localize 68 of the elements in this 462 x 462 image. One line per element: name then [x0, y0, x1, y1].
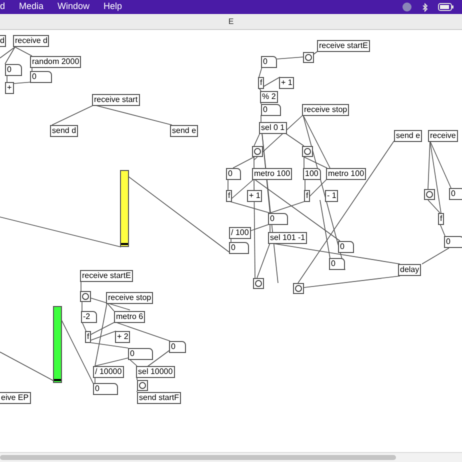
pd-object[interactable]: / 10000: [93, 366, 124, 378]
menu-item[interactable]: d: [0, 0, 6, 14]
number-box[interactable]: 100: [303, 168, 321, 180]
battery-icon[interactable]: [438, 3, 454, 11]
pd-object[interactable]: send e: [170, 125, 198, 137]
pd-object[interactable]: receive d: [13, 35, 50, 47]
number-box[interactable]: 0: [261, 56, 277, 68]
bluetooth-icon[interactable]: [422, 2, 428, 12]
pd-object[interactable]: / 100: [229, 227, 251, 239]
pd-object[interactable]: sel 10000: [136, 366, 175, 378]
number-box[interactable]: 0: [169, 341, 186, 353]
bang-button[interactable]: [253, 278, 264, 289]
scrollbar-thumb[interactable]: [0, 455, 396, 460]
window-title: E: [228, 16, 234, 28]
number-box[interactable]: 0: [5, 64, 22, 76]
bang-button[interactable]: [80, 291, 91, 302]
pd-object[interactable]: send e: [394, 130, 422, 142]
bang-button[interactable]: [302, 146, 313, 157]
pd-object[interactable]: random 2000: [30, 56, 82, 68]
pd-object[interactable]: receive startE: [80, 270, 133, 282]
pd-object[interactable]: receive stop: [302, 104, 350, 116]
number-box[interactable]: -2: [81, 311, 97, 323]
pd-object[interactable]: - 1: [325, 190, 338, 202]
pd-object[interactable]: f: [226, 190, 232, 202]
pd-object[interactable]: +: [5, 82, 14, 94]
number-box[interactable]: 0: [444, 236, 462, 248]
menu-item[interactable]: Window: [58, 0, 90, 14]
pd-object[interactable]: metro 100: [326, 168, 366, 180]
pd-object[interactable]: f: [438, 213, 444, 225]
pd-object[interactable]: + 1: [279, 77, 294, 89]
pd-object[interactable]: receive: [428, 130, 458, 142]
number-box[interactable]: 0: [128, 348, 153, 360]
bang-button[interactable]: [293, 283, 304, 294]
pd-object[interactable]: sel 0 1: [259, 122, 287, 134]
bang-button[interactable]: [252, 146, 263, 157]
pd-object[interactable]: send startF: [137, 392, 182, 404]
bang-button[interactable]: [303, 52, 314, 63]
number-box[interactable]: 0: [449, 188, 462, 200]
bang-button[interactable]: [137, 380, 148, 391]
pd-object[interactable]: % 2: [260, 91, 278, 103]
pd-object[interactable]: eive EP: [0, 392, 31, 404]
pd-object[interactable]: metro 100: [252, 168, 292, 180]
number-box[interactable]: 0: [268, 213, 288, 225]
pd-object[interactable]: d: [0, 35, 6, 47]
bang-button[interactable]: [424, 189, 435, 200]
vertical-slider[interactable]: [120, 170, 129, 247]
pd-object[interactable]: f: [85, 331, 92, 343]
pd-object[interactable]: + 2: [115, 331, 130, 343]
pd-object[interactable]: + 1: [247, 190, 262, 202]
number-box[interactable]: 0: [93, 383, 118, 395]
number-box[interactable]: 0: [226, 168, 241, 180]
vertical-slider[interactable]: [53, 306, 62, 383]
pd-object[interactable]: receive startE: [317, 40, 370, 52]
number-box[interactable]: 0: [30, 71, 52, 83]
number-box[interactable]: 0: [229, 242, 249, 254]
number-box[interactable]: 0: [261, 104, 281, 116]
pd-object[interactable]: f: [304, 190, 310, 202]
pd-object[interactable]: metro 6: [114, 311, 146, 323]
pd-object[interactable]: sel 101 -1: [268, 232, 308, 244]
menu-item[interactable]: Help: [104, 0, 122, 14]
number-box[interactable]: 0: [338, 241, 354, 253]
pd-object[interactable]: delay: [398, 264, 422, 276]
menu-item[interactable]: Media: [19, 0, 44, 14]
pd-object[interactable]: receive start: [92, 94, 140, 106]
pd-object[interactable]: send d: [50, 125, 78, 137]
pd-object[interactable]: receive stop: [106, 292, 154, 304]
number-box[interactable]: 0: [329, 258, 345, 270]
pd-object[interactable]: f: [258, 77, 264, 89]
